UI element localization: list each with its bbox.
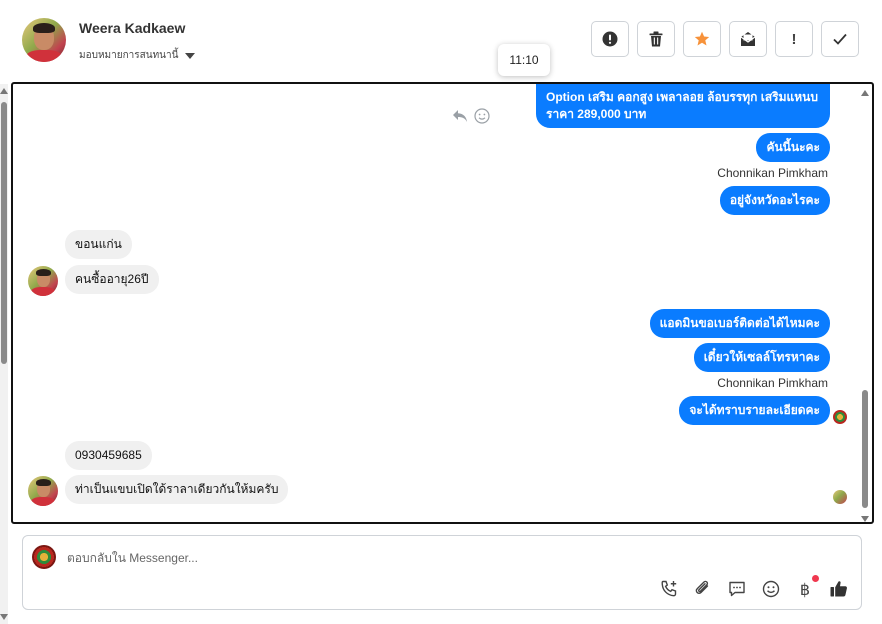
outgoing-message[interactable]: อยู่จังหวัดอะไรคะ bbox=[719, 186, 830, 215]
outgoing-message[interactable]: เดี๋ยวให้เซลล์โทรหาคะ bbox=[693, 343, 830, 372]
emoji-icon bbox=[762, 580, 780, 598]
assign-label: มอบหมายการสนทนานี้ bbox=[79, 50, 179, 61]
conversation-toolbar: ! bbox=[591, 21, 859, 57]
check-icon bbox=[833, 33, 847, 45]
envelope-icon bbox=[740, 32, 756, 46]
exclamation-icon: ! bbox=[791, 30, 797, 48]
seen-indicator-contact-icon bbox=[833, 490, 847, 504]
message-time-tooltip: 11:10 bbox=[498, 44, 550, 76]
scroll-down-arrow-icon[interactable] bbox=[861, 516, 869, 522]
incoming-message[interactable]: คนซื้ออายุ26ปี bbox=[65, 265, 159, 294]
attach-button[interactable] bbox=[693, 579, 713, 599]
caret-down-icon bbox=[185, 52, 196, 59]
saved-reply-icon bbox=[729, 581, 745, 597]
outgoing-message[interactable]: Option เสริม คอกสูง เพลาลอย ล้อบรรทุก เส… bbox=[536, 84, 830, 128]
trash-icon bbox=[649, 31, 663, 47]
reply-icon[interactable] bbox=[452, 109, 468, 123]
add-call-button[interactable] bbox=[659, 579, 679, 599]
scroll-up-arrow-icon[interactable] bbox=[0, 88, 8, 94]
emoji-button[interactable] bbox=[761, 579, 781, 599]
saved-reply-button[interactable] bbox=[727, 579, 747, 599]
reply-input[interactable] bbox=[67, 548, 827, 568]
alert-circle-icon bbox=[602, 31, 618, 47]
scrollbar-thumb[interactable] bbox=[862, 390, 868, 508]
like-button[interactable] bbox=[829, 579, 849, 599]
contact-name[interactable]: Weera Kadkaew bbox=[79, 20, 185, 36]
contact-avatar[interactable] bbox=[22, 18, 66, 62]
paperclip-icon bbox=[695, 580, 709, 595]
seen-indicator-page-icon bbox=[833, 410, 847, 424]
thread-scrollbar[interactable] bbox=[860, 86, 870, 522]
incoming-message[interactable]: 0930459685 bbox=[65, 441, 152, 470]
outgoing-message[interactable]: แอดมินขอเบอร์ติดต่อได้ไหมคะ bbox=[649, 309, 830, 338]
outgoing-message[interactable]: คันนี้นะคะ bbox=[756, 133, 830, 162]
page-avatar bbox=[32, 545, 56, 569]
like-icon bbox=[830, 581, 847, 597]
contact-avatar-small[interactable] bbox=[28, 476, 58, 506]
outgoing-message[interactable]: จะได้ทราบรายละเอียดคะ bbox=[679, 396, 830, 425]
message-line: Option เสริม คอกสูง เพลาลอย ล้อบรรทุก เส… bbox=[546, 90, 818, 104]
react-emoji-icon[interactable] bbox=[474, 108, 490, 124]
add-call-icon bbox=[661, 580, 677, 597]
sender-name: Chonnikan Pimkham bbox=[717, 166, 828, 180]
incoming-message[interactable]: ขอนแก่น bbox=[65, 230, 132, 259]
mark-unread-button[interactable] bbox=[729, 21, 767, 57]
sender-name: Chonnikan Pimkham bbox=[717, 376, 828, 390]
done-button[interactable] bbox=[821, 21, 859, 57]
baht-icon: ฿ bbox=[799, 579, 811, 599]
contact-avatar-small[interactable] bbox=[28, 266, 58, 296]
notification-dot bbox=[812, 575, 819, 582]
star-icon bbox=[694, 31, 710, 46]
payment-button[interactable]: ฿ bbox=[795, 575, 819, 599]
scroll-up-arrow-icon[interactable] bbox=[861, 90, 869, 96]
reply-composer: ฿ bbox=[22, 535, 862, 610]
message-thread[interactable]: Option เสริม คอกสูง เพลาลอย ล้อบรรทุก เส… bbox=[11, 82, 874, 524]
scrollbar-thumb[interactable] bbox=[1, 102, 7, 364]
important-button[interactable]: ! bbox=[775, 21, 813, 57]
conversation-header: Weera Kadkaew มอบหมายการสนทนานี้ ! bbox=[0, 0, 882, 82]
assign-conversation-dropdown[interactable]: มอบหมายการสนทนานี้ bbox=[79, 48, 196, 63]
scroll-down-arrow-icon[interactable] bbox=[0, 614, 8, 620]
message-line: ราคา 289,000 บาท bbox=[546, 107, 647, 121]
star-button[interactable] bbox=[683, 21, 721, 57]
composer-tools: ฿ bbox=[659, 575, 849, 599]
delete-button[interactable] bbox=[637, 21, 675, 57]
incoming-message[interactable]: ท่าเป็นแขบเปิดใด้ราลาเดียวกันให้มครับ bbox=[65, 475, 289, 504]
message-actions bbox=[452, 108, 490, 124]
page-scrollbar[interactable] bbox=[0, 84, 8, 624]
report-button[interactable] bbox=[591, 21, 629, 57]
